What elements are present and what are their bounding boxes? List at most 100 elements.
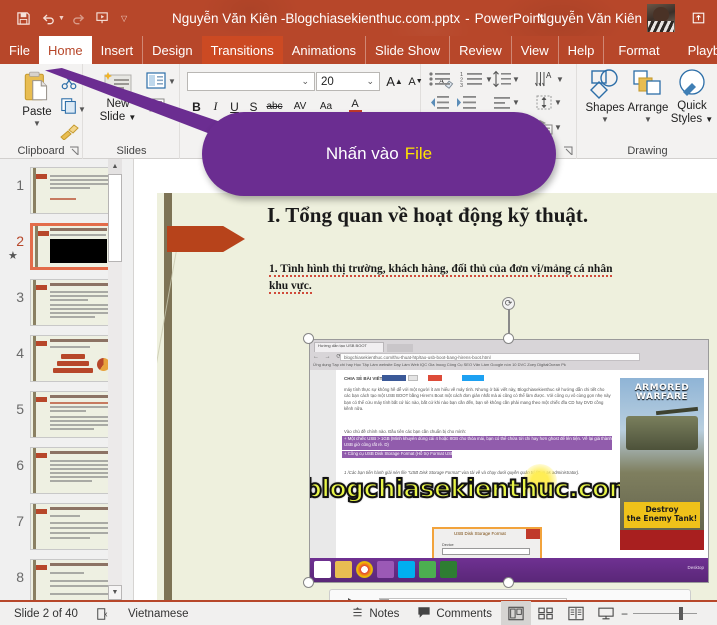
slide-thumbnail-pane[interactable]: 1 2 ★ 3 4 5 6 7 8 ▲ ▼ bbox=[0, 159, 134, 606]
tab-playback[interactable]: Playback bbox=[674, 36, 717, 64]
video-playbar[interactable]: ◀❙ ❙▶ 00:23,09 bbox=[329, 589, 691, 600]
slide-thumbnail-5[interactable]: 5 bbox=[0, 387, 120, 439]
text-direction-chevron-down-icon[interactable]: ▼ bbox=[556, 75, 564, 84]
slide-sorter-icon[interactable] bbox=[531, 601, 561, 625]
slide-thumbnail-4[interactable]: 4 bbox=[0, 331, 120, 383]
slide-thumbnail-7[interactable]: 7 bbox=[0, 499, 120, 551]
selection-handle-top-center[interactable] bbox=[503, 333, 514, 344]
decrease-indent-button[interactable] bbox=[428, 94, 450, 111]
tab-help[interactable]: Help bbox=[557, 36, 604, 64]
bullets-button[interactable] bbox=[428, 70, 452, 88]
tab-file[interactable]: File bbox=[0, 36, 39, 64]
align-text-chevron-down-icon[interactable]: ▼ bbox=[554, 98, 562, 107]
taskbar-camtasia-icon bbox=[419, 561, 436, 578]
slide-thumbnail-preview bbox=[30, 447, 114, 494]
redo-icon[interactable] bbox=[67, 6, 90, 30]
slide-layout-button[interactable]: ▼ bbox=[146, 72, 176, 90]
text-direction-button[interactable]: A ▼ bbox=[534, 70, 564, 88]
slide-thumbnail-2[interactable]: 2 ★ bbox=[0, 219, 120, 271]
numbering-button[interactable]: 123 ▼ bbox=[460, 70, 493, 88]
undo-icon[interactable] bbox=[37, 6, 60, 30]
clipboard-dialog-launcher-icon[interactable] bbox=[69, 146, 79, 156]
ribbon-display-options-icon[interactable] bbox=[687, 8, 709, 28]
quick-styles-icon bbox=[679, 69, 705, 96]
normal-view-icon[interactable] bbox=[500, 601, 531, 625]
tab-format[interactable]: Format bbox=[603, 36, 673, 64]
slide-show-icon[interactable] bbox=[591, 601, 621, 625]
align-text-button[interactable]: ▼ bbox=[534, 94, 562, 111]
increase-indent-button[interactable] bbox=[455, 94, 477, 111]
language-indicator[interactable]: Vietnamese bbox=[119, 602, 198, 625]
tab-home[interactable]: Home bbox=[38, 36, 92, 64]
copy-icon[interactable] bbox=[60, 97, 80, 117]
slide-thumbnail-6[interactable]: 6 bbox=[0, 443, 120, 495]
browser-bookmarks-bar: Ứng dụng Tạp chí hay Học Tập Làm website… bbox=[313, 362, 566, 367]
rotation-handle[interactable]: ⟳ bbox=[502, 297, 515, 310]
font-name-chevron-down-icon[interactable]: ⌄ bbox=[298, 76, 312, 87]
comments-button[interactable]: Comments bbox=[408, 602, 501, 625]
italic-button[interactable]: I bbox=[206, 97, 225, 116]
align-chevron-down-icon[interactable]: ▼ bbox=[512, 98, 520, 107]
tab-review[interactable]: Review bbox=[449, 36, 511, 64]
zoom-out-button[interactable]: − bbox=[621, 607, 628, 621]
thumbnail-scrollbar[interactable]: ▲ ▼ bbox=[108, 159, 122, 600]
scroll-down-icon[interactable]: ▼ bbox=[108, 585, 122, 600]
slide-thumbnail-3[interactable]: 3 bbox=[0, 275, 120, 327]
accessibility-check-icon[interactable]: x bbox=[87, 602, 119, 625]
tab-slide-show[interactable]: Slide Show bbox=[365, 36, 449, 64]
tab-insert[interactable]: Insert bbox=[92, 36, 143, 64]
paragraph-dialog-launcher-icon[interactable] bbox=[563, 146, 573, 156]
slide-title[interactable]: I. Tổng quan về hoạt động kỹ thuật. bbox=[267, 203, 707, 228]
align-button[interactable]: ▼ bbox=[492, 94, 520, 111]
smartart-chevron-down-icon[interactable]: ▼ bbox=[554, 123, 562, 132]
zoom-slider[interactable] bbox=[632, 606, 697, 620]
slide-canvas[interactable]: I. Tổng quan về hoạt động kỹ thuật. 1. T… bbox=[135, 159, 717, 600]
slide-indicator[interactable]: Slide 2 of 40 bbox=[0, 602, 87, 625]
selection-handle-top-left[interactable] bbox=[303, 333, 314, 344]
font-size-combo[interactable]: 20 ⌄ bbox=[316, 72, 380, 91]
notes-button[interactable]: Notes bbox=[342, 602, 408, 625]
video-object[interactable]: Hướng dẫn tạo USB BOOT ← → ⟳ ⌂ blogchias… bbox=[309, 339, 709, 583]
paste-chevron-down-icon[interactable]: ▼ bbox=[33, 119, 41, 128]
align-left-icon bbox=[494, 97, 510, 109]
selection-handle-bottom-center[interactable] bbox=[503, 577, 514, 588]
window-title: Nguyễn Văn Kiên -Blogchiasekienthuc.com.… bbox=[172, 0, 544, 36]
zoom-control[interactable]: − + bbox=[621, 607, 717, 621]
quick-styles-button[interactable]: Quick Styles ▼ bbox=[668, 68, 716, 126]
selection-handle-bottom-left[interactable] bbox=[303, 577, 314, 588]
slide-thumbnail-preview bbox=[30, 559, 114, 606]
scroll-up-icon[interactable]: ▲ bbox=[108, 159, 122, 174]
arrange-button[interactable]: Arrange ▼ bbox=[623, 68, 673, 124]
current-slide[interactable]: I. Tổng quan về hoạt động kỹ thuật. 1. T… bbox=[157, 193, 717, 600]
line-spacing-icon bbox=[493, 70, 511, 88]
arrange-chevron-down-icon[interactable]: ▼ bbox=[644, 115, 652, 124]
slide-thumbnail-1[interactable]: 1 bbox=[0, 163, 120, 215]
layout-chevron-down-icon[interactable]: ▼ bbox=[168, 77, 176, 86]
tab-view[interactable]: View bbox=[510, 36, 558, 64]
slide-body-text[interactable]: 1. Tình hình thị trường, khách hàng, đối… bbox=[269, 261, 717, 294]
zoom-slider-knob[interactable] bbox=[678, 606, 683, 620]
customize-qat-chevron-down-icon[interactable]: ▽ bbox=[121, 14, 127, 23]
new-slide-label-line2: Slide ▼ bbox=[99, 111, 137, 124]
tab-transitions[interactable]: Transitions bbox=[201, 36, 283, 64]
font-size-chevron-down-icon[interactable]: ⌄ bbox=[363, 76, 377, 87]
numbering-icon: 123 bbox=[460, 72, 482, 88]
avatar[interactable] bbox=[647, 4, 675, 32]
account-name[interactable]: Nguyễn Văn Kiên bbox=[537, 0, 642, 36]
undo-dropdown-chevron-down-icon[interactable]: ▼ bbox=[58, 15, 65, 22]
scrollbar-thumb[interactable] bbox=[108, 174, 122, 262]
paste-button[interactable]: Paste ▼ bbox=[14, 70, 60, 142]
line-spacing-chevron-down-icon[interactable]: ▼ bbox=[512, 75, 520, 84]
tab-animations[interactable]: Animations bbox=[283, 36, 365, 64]
shapes-chevron-down-icon[interactable]: ▼ bbox=[601, 115, 609, 124]
font-name-combo[interactable]: ⌄ bbox=[187, 72, 315, 91]
line-spacing-button[interactable]: ▼ bbox=[492, 70, 520, 88]
slideshow-icon[interactable] bbox=[92, 6, 115, 30]
increase-font-size-button[interactable]: A ▲ bbox=[384, 72, 405, 91]
usb-format-dialog-close-icon bbox=[526, 529, 540, 539]
format-painter-icon[interactable] bbox=[58, 120, 79, 141]
reading-view-icon[interactable] bbox=[561, 601, 591, 625]
save-icon[interactable] bbox=[12, 6, 35, 30]
svg-text:3: 3 bbox=[460, 83, 463, 88]
tab-design[interactable]: Design bbox=[142, 36, 201, 64]
